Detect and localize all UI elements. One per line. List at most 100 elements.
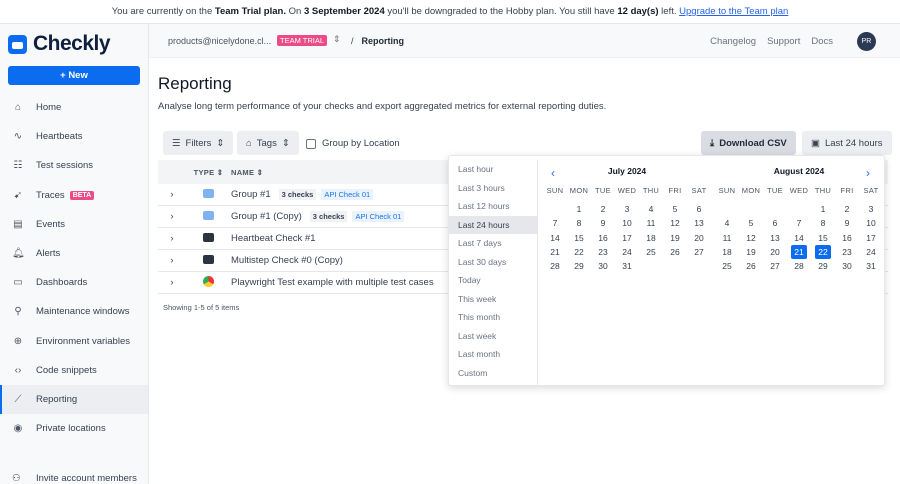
calendar-day[interactable]: 31 — [863, 259, 879, 273]
calendar-day[interactable]: 15 — [815, 231, 831, 245]
calendar-day[interactable]: 1 — [815, 202, 831, 216]
sidebar-item-code-snippets[interactable]: ‹› Code snippets — [0, 356, 148, 385]
calendar-day[interactable]: 18 — [719, 245, 735, 259]
check-tag[interactable]: API Check 01 — [321, 189, 374, 200]
calendar-day[interactable]: 25 — [719, 259, 735, 273]
preset-option[interactable]: This week — [449, 290, 537, 309]
calendar-day[interactable]: 28 — [547, 259, 563, 273]
calendar-day[interactable]: 7 — [791, 216, 807, 230]
calendar-day[interactable]: 30 — [595, 259, 611, 273]
calendar-day[interactable]: 23 — [839, 245, 855, 259]
calendar-day[interactable]: 20 — [691, 231, 707, 245]
calendar-day[interactable]: 2 — [839, 202, 855, 216]
preset-option[interactable]: Custom — [449, 364, 537, 383]
sidebar-item-home[interactable]: ⌂ Home — [0, 93, 148, 122]
calendar-day[interactable]: 5 — [667, 202, 683, 216]
calendar-day[interactable]: 21 — [547, 245, 563, 259]
download-csv-button[interactable]: ⤓ Download CSV — [701, 131, 796, 155]
sidebar-item-heartbeats[interactable]: ∿ Heartbeats — [0, 122, 148, 151]
calendar-day[interactable]: 8 — [815, 216, 831, 230]
group-by-location-checkbox[interactable]: Group by Location — [306, 138, 400, 149]
tags-button[interactable]: ⌂ Tags ⇕ — [237, 131, 299, 155]
docs-link[interactable]: Docs — [811, 36, 833, 47]
sidebar-item-dashboards[interactable]: ▭ Dashboards — [0, 268, 148, 297]
name-column-header[interactable]: NAME ⇕ — [231, 168, 263, 177]
calendar-day[interactable]: 3 — [619, 202, 635, 216]
calendar-day[interactable]: 9 — [595, 216, 611, 230]
invite-members-link[interactable]: ⚇ Invite account members — [12, 473, 137, 484]
calendar-day[interactable]: 16 — [595, 231, 611, 245]
expand-chevron-icon[interactable]: › — [158, 233, 186, 244]
calendar-day[interactable]: 16 — [839, 231, 855, 245]
calendar-day[interactable]: 13 — [767, 231, 783, 245]
calendar-day[interactable]: 23 — [595, 245, 611, 259]
sidebar-item-traces[interactable]: ➹ Traces BETA — [0, 181, 148, 210]
calendar-day[interactable]: 11 — [719, 231, 735, 245]
calendar-day[interactable]: 22 — [571, 245, 587, 259]
calendar-day[interactable]: 4 — [643, 202, 659, 216]
calendar-day[interactable]: 31 — [619, 259, 635, 273]
upgrade-link[interactable]: Upgrade to the Team plan — [679, 6, 788, 17]
calendar-day[interactable]: 1 — [571, 202, 587, 216]
check-tag[interactable]: API Check 01 — [352, 211, 405, 222]
calendar-day[interactable]: 26 — [743, 259, 759, 273]
preset-option[interactable]: This month — [449, 308, 537, 327]
calendar-day[interactable]: 10 — [863, 216, 879, 230]
calendar-day[interactable]: 11 — [643, 216, 659, 230]
date-range-button[interactable]: ▣ Last 24 hours — [802, 131, 892, 155]
checkly-logo[interactable]: Checkly — [8, 32, 111, 56]
calendar-day[interactable]: 17 — [619, 231, 635, 245]
calendar-day[interactable]: 14 — [547, 231, 563, 245]
calendar-day[interactable]: 30 — [839, 259, 855, 273]
expand-chevron-icon[interactable]: › — [158, 277, 186, 288]
sidebar-item-reporting[interactable]: ⟋ Reporting — [0, 384, 148, 415]
expand-chevron-icon[interactable]: › — [158, 211, 186, 222]
check-name[interactable]: Playwright Test example with multiple te… — [231, 277, 434, 288]
calendar-day[interactable]: 3 — [863, 202, 879, 216]
sidebar-item-test-sessions[interactable]: ☷ Test sessions — [0, 151, 148, 180]
account-switcher[interactable]: products@nicelydone.cl... — [168, 36, 271, 46]
support-link[interactable]: Support — [767, 36, 800, 47]
calendar-day[interactable]: 6 — [767, 216, 783, 230]
calendar-day[interactable]: 8 — [571, 216, 587, 230]
calendar-day[interactable]: 14 — [791, 231, 807, 245]
calendar-day[interactable]: 25 — [643, 245, 659, 259]
calendar-day[interactable]: 24 — [863, 245, 879, 259]
calendar-day[interactable]: 29 — [571, 259, 587, 273]
new-button[interactable]: + New — [8, 66, 140, 85]
calendar-day[interactable]: 29 — [815, 259, 831, 273]
expand-chevron-icon[interactable]: › — [158, 255, 186, 266]
calendar-day[interactable]: 15 — [571, 231, 587, 245]
preset-option[interactable]: Last 7 days — [449, 234, 537, 253]
calendar-day[interactable]: 27 — [767, 259, 783, 273]
preset-option[interactable]: Last 30 days — [449, 253, 537, 272]
chevron-up-down-icon[interactable]: ⇕ — [333, 34, 341, 45]
calendar-day[interactable]: 12 — [667, 216, 683, 230]
calendar-day[interactable]: 4 — [719, 216, 735, 230]
calendar-day[interactable]: 21 — [791, 244, 807, 260]
calendar-day[interactable]: 2 — [595, 202, 611, 216]
calendar-day[interactable]: 20 — [767, 245, 783, 259]
sidebar-item-alerts[interactable]: 🔔︎ Alerts — [0, 239, 148, 268]
sidebar-item-maintenance-windows[interactable]: ⚲ Maintenance windows — [0, 297, 148, 326]
calendar-day[interactable]: 17 — [863, 231, 879, 245]
sidebar-item-environment-variables[interactable]: ⊕ Environment variables — [0, 327, 148, 356]
check-name[interactable]: Group #1 (Copy) — [231, 211, 302, 222]
check-name[interactable]: Heartbeat Check #1 — [231, 233, 316, 244]
calendar-day[interactable]: 9 — [839, 216, 855, 230]
expand-chevron-icon[interactable]: › — [158, 189, 186, 200]
calendar-day[interactable]: 22 — [815, 244, 831, 260]
calendar-day[interactable]: 18 — [643, 231, 659, 245]
calendar-day[interactable]: 5 — [743, 216, 759, 230]
sidebar-item-private-locations[interactable]: ◉ Private locations — [0, 414, 148, 443]
check-name[interactable]: Multistep Check #0 (Copy) — [231, 255, 343, 266]
calendar-day[interactable]: 12 — [743, 231, 759, 245]
preset-option[interactable]: Last hour — [449, 160, 537, 179]
type-column-header[interactable]: TYPE ⇕ — [186, 168, 231, 177]
avatar[interactable]: PR — [857, 31, 876, 51]
calendar-day[interactable]: 19 — [743, 245, 759, 259]
calendar-day[interactable]: 27 — [691, 245, 707, 259]
preset-option[interactable]: Last 12 hours — [449, 197, 537, 216]
preset-option[interactable]: Last 3 hours — [449, 179, 537, 198]
changelog-link[interactable]: Changelog — [710, 36, 756, 47]
